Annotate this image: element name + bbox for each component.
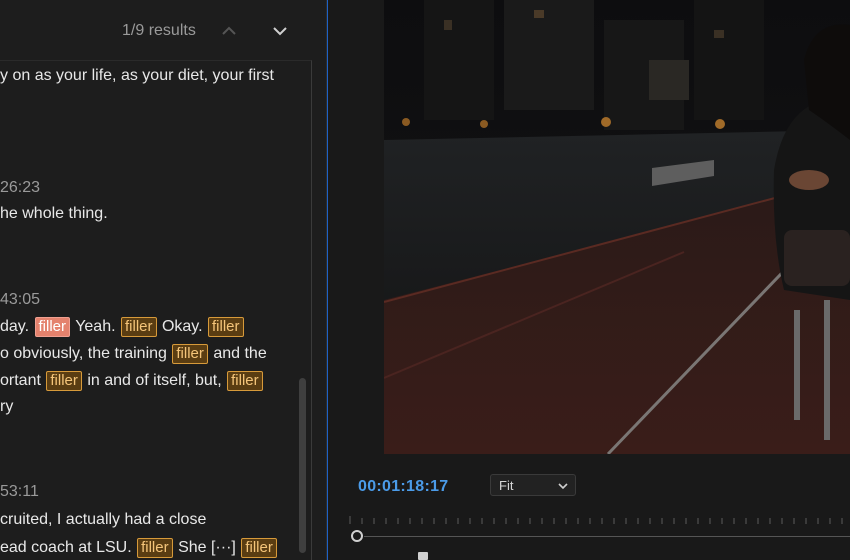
segment-timestamp[interactable]: 26:23 xyxy=(0,179,40,197)
search-results-count: 1/9 results xyxy=(122,22,196,39)
segment-timestamp[interactable]: 53:11 xyxy=(0,483,39,501)
chevron-down-icon xyxy=(273,27,287,36)
filler-tag[interactable]: filler xyxy=(227,371,263,391)
transcript-line[interactable]: ry xyxy=(0,398,13,416)
zoom-level-dropdown[interactable]: Fit xyxy=(490,474,576,496)
transcript-panel: 1/9 results y on as your life, as your d… xyxy=(0,0,326,560)
filler-tag-active[interactable]: filler xyxy=(34,317,71,337)
ellipsis-marker[interactable]: [···] xyxy=(211,539,236,556)
transcript-line[interactable]: day. filler Yeah. filler Okay. filler xyxy=(0,317,245,337)
video-preview[interactable] xyxy=(384,0,850,454)
transcript-line[interactable]: cruited, I actually had a close xyxy=(0,511,206,529)
chevron-down-icon xyxy=(558,483,568,490)
transcript-word[interactable]: in and of itself, but, xyxy=(87,372,221,389)
segment-timestamp[interactable]: 43:05 xyxy=(0,291,40,309)
transcript-line[interactable]: y on as your life, as your diet, your fi… xyxy=(0,67,274,85)
work-area-handle[interactable] xyxy=(418,552,428,560)
zoom-level-value: Fit xyxy=(499,478,514,493)
transcript-word[interactable]: o obviously, the training xyxy=(0,345,167,362)
filler-tag[interactable]: filler xyxy=(120,317,157,337)
filler-tag[interactable]: filler xyxy=(241,538,277,558)
chevron-up-icon xyxy=(222,26,236,35)
transcript-search-bar: 1/9 results xyxy=(0,0,326,60)
transcript-scrollbar-thumb[interactable] xyxy=(299,378,306,553)
filler-tag[interactable]: filler xyxy=(208,317,244,337)
transcript-word[interactable]: day. xyxy=(0,318,29,335)
playhead-timecode[interactable]: 00:01:18:17 xyxy=(358,478,448,496)
transcript-line[interactable]: o obviously, the training filler and the xyxy=(0,344,267,364)
transcript-text-area[interactable]: y on as your life, as your diet, your fi… xyxy=(0,60,312,560)
transcript-word[interactable]: Okay. xyxy=(162,318,203,335)
transcript-word[interactable]: She xyxy=(178,539,206,556)
filler-tag[interactable]: filler xyxy=(172,344,208,364)
previous-result-button[interactable] xyxy=(218,18,240,44)
filler-tag[interactable]: filler xyxy=(137,538,173,558)
video-frame-image xyxy=(384,0,850,454)
playback-progress-line[interactable] xyxy=(364,536,850,537)
transcript-line[interactable]: ead coach at LSU. filler She [···] fille… xyxy=(0,538,278,558)
transcript-word[interactable]: Yeah. xyxy=(75,318,115,335)
transcript-word[interactable]: ortant xyxy=(0,372,41,389)
next-result-button[interactable] xyxy=(269,18,291,44)
transcript-line[interactable]: ortant filler in and of itself, but, fil… xyxy=(0,371,264,391)
playhead-handle[interactable] xyxy=(351,530,363,542)
transcript-word[interactable]: ead coach at LSU. xyxy=(0,539,132,556)
filler-tag[interactable]: filler xyxy=(46,371,82,391)
transcript-word[interactable]: and the xyxy=(213,345,266,362)
transcript-line[interactable]: he whole thing. xyxy=(0,205,108,223)
